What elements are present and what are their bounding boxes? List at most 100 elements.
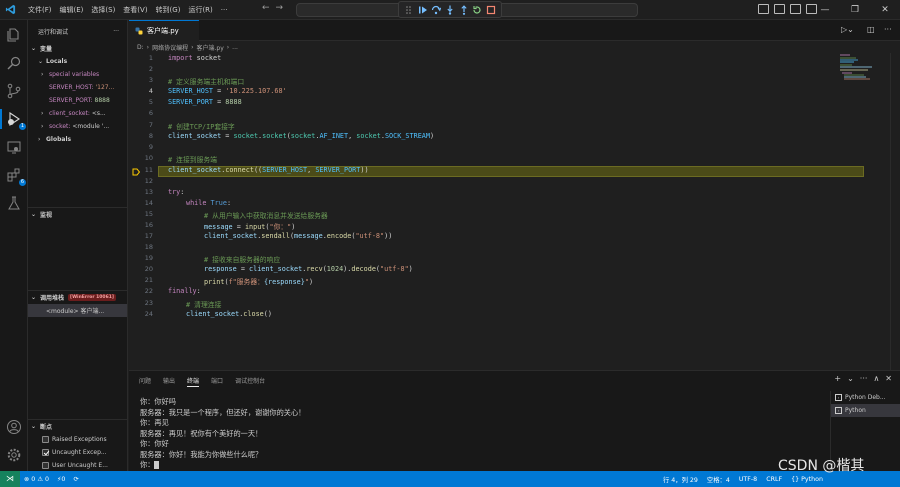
menu-go[interactable]: 转到(G) bbox=[152, 5, 185, 15]
variable-client-socket[interactable]: › client_socket: <s... bbox=[28, 107, 127, 120]
line-number: 8 bbox=[148, 132, 153, 140]
callstack-section-header[interactable]: ⌄ 调用堆栈 [WinError 10061] bbox=[28, 291, 127, 304]
breadcrumb-drive[interactable]: D: bbox=[137, 44, 144, 51]
run-debug-activity[interactable]: 1 bbox=[6, 111, 26, 130]
close-panel-icon[interactable]: ✕ bbox=[885, 374, 892, 383]
debug-sidebar: 运行和调试 ··· ⌄ 变量 ⌄ Locals › special variables… bbox=[28, 20, 128, 471]
menu-bar: 文件(F) 编辑(E) 选择(S) 查看(V) 转到(G) 运行(R) ··· bbox=[24, 0, 231, 20]
chevron-right-icon: › bbox=[38, 136, 41, 143]
continue-icon[interactable] bbox=[418, 5, 428, 15]
status-encoding[interactable]: UTF-8 bbox=[739, 476, 757, 483]
terminal-line: 服务器：再见！祝你有个美好的一天！ bbox=[140, 428, 263, 438]
testing-icon[interactable] bbox=[6, 195, 22, 211]
close-icon[interactable]: ✕ bbox=[870, 5, 900, 15]
breadcrumb-symbol[interactable]: ... bbox=[232, 44, 238, 51]
maximize-icon[interactable]: ❐ bbox=[840, 5, 870, 15]
debug-badge: 1 bbox=[19, 123, 26, 130]
new-terminal-icon[interactable]: + bbox=[834, 374, 841, 383]
terminal-python[interactable]: › Python bbox=[831, 404, 900, 417]
stop-icon[interactable] bbox=[486, 5, 496, 15]
variable-special[interactable]: › special variables bbox=[28, 68, 127, 81]
minimize-icon[interactable]: — bbox=[810, 5, 840, 15]
toggle-sidebar-icon[interactable] bbox=[758, 4, 769, 14]
checkbox-checked[interactable] bbox=[42, 449, 49, 456]
status-left: ⊗ 0 ⚠ 0 ⚡0 ⟳ bbox=[24, 471, 79, 487]
explorer-icon[interactable] bbox=[6, 27, 22, 43]
menu-run[interactable]: 运行(R) bbox=[184, 5, 216, 15]
status-indentation[interactable]: 空格：4 bbox=[707, 475, 730, 484]
breadcrumb-folder[interactable]: 网络协议编程 bbox=[152, 43, 188, 52]
toggle-panel-icon[interactable] bbox=[774, 4, 785, 14]
checkbox[interactable] bbox=[42, 436, 49, 443]
back-arrow-icon[interactable]: ← bbox=[262, 3, 270, 13]
line-number: 13 bbox=[144, 188, 153, 196]
checkbox[interactable] bbox=[42, 462, 49, 469]
extensions-activity[interactable]: 6 bbox=[6, 167, 26, 186]
bp-raised-exceptions[interactable]: Raised Exceptions bbox=[28, 433, 127, 446]
sidebar-more-icon[interactable]: ··· bbox=[113, 28, 119, 35]
panel-tabs: 问题 输出 终端 端口 调试控制台 bbox=[139, 376, 265, 387]
terminal-output[interactable]: 你：你好吗 服务器：我只是一个程序，但还好，谢谢你的关心！ 你：再见 服务器：再… bbox=[140, 397, 820, 471]
code-line-17: client_socket.sendall(message.encode("ut… bbox=[204, 232, 393, 240]
restart-icon[interactable] bbox=[472, 5, 482, 15]
step-out-icon[interactable] bbox=[459, 4, 469, 15]
variable-server-port[interactable]: SERVER_PORT: 8888 bbox=[28, 94, 127, 107]
source-control-icon[interactable] bbox=[6, 83, 22, 99]
tab-ports[interactable]: 端口 bbox=[211, 376, 223, 387]
tab-terminal[interactable]: 终端 bbox=[187, 376, 200, 387]
account-icon[interactable] bbox=[6, 419, 22, 435]
terminal-python-debug[interactable]: › Python Deb... bbox=[831, 391, 900, 404]
status-cursor-position[interactable]: 行 4，列 29 bbox=[663, 475, 698, 484]
callstack-frame[interactable]: <module> 客户端... bbox=[28, 304, 127, 317]
panel-more-icon[interactable]: ··· bbox=[860, 374, 868, 383]
search-icon[interactable] bbox=[6, 55, 22, 71]
editor-more-icon[interactable]: ··· bbox=[884, 25, 892, 34]
remote-explorer-icon[interactable] bbox=[6, 139, 22, 155]
line-number: 3 bbox=[148, 76, 153, 84]
variable-socket[interactable]: › socket: <module '... bbox=[28, 120, 127, 133]
menu-selection[interactable]: 选择(S) bbox=[87, 5, 119, 15]
bp-uncaught-exceptions[interactable]: Uncaught Excep... bbox=[28, 446, 127, 459]
code-editor[interactable]: 1 2 3 4 5 6 7 8 9 10 11 12 13 14 15 16 17 18 19 20 21 22 23 24 … bbox=[129, 53, 900, 370]
variables-section-header[interactable]: ⌄ 变量 bbox=[28, 42, 127, 55]
toggle-secondary-sidebar-icon[interactable] bbox=[790, 4, 801, 14]
settings-gear-icon[interactable] bbox=[6, 447, 22, 463]
menu-more[interactable]: ··· bbox=[217, 6, 232, 14]
locals-scope[interactable]: ⌄ Locals bbox=[28, 55, 127, 68]
menu-file[interactable]: 文件(F) bbox=[24, 5, 56, 15]
maximize-panel-icon[interactable]: ∧ bbox=[873, 374, 879, 383]
tab-problems[interactable]: 问题 bbox=[139, 376, 151, 387]
step-over-icon[interactable] bbox=[431, 5, 442, 15]
variable-server-host[interactable]: SERVER_HOST: '127... bbox=[28, 81, 127, 94]
minimap[interactable] bbox=[838, 53, 888, 83]
code-line-7: # 创建TCP/IP套接字 bbox=[168, 123, 235, 131]
terminal-dropdown-icon[interactable]: ⌄ bbox=[847, 374, 854, 383]
code-line-11: client_socket.connect((SERVER_HOST, SERV… bbox=[168, 166, 369, 174]
drag-handle-icon[interactable] bbox=[404, 5, 414, 15]
debug-status-icon[interactable]: ⟳ bbox=[73, 476, 78, 483]
remote-indicator-icon[interactable]: ⋊ bbox=[0, 471, 20, 487]
status-problems[interactable]: ⊗ 0 ⚠ 0 bbox=[24, 476, 49, 483]
status-ports[interactable]: ⚡0 bbox=[57, 476, 65, 483]
forward-arrow-icon[interactable]: → bbox=[276, 3, 284, 13]
status-language[interactable]: {} Python bbox=[791, 476, 823, 483]
line-number: 9 bbox=[148, 143, 153, 151]
globals-scope[interactable]: › Globals bbox=[28, 133, 127, 146]
menu-edit[interactable]: 编辑(E) bbox=[56, 5, 88, 15]
watch-section-header[interactable]: ⌄ 监视 bbox=[28, 207, 127, 220]
status-eol[interactable]: CRLF bbox=[766, 476, 782, 483]
tab-output[interactable]: 输出 bbox=[163, 376, 175, 387]
tab-client-py[interactable]: 客户端.py bbox=[129, 20, 199, 41]
split-editor-icon[interactable]: ◫ bbox=[867, 25, 875, 34]
step-into-icon[interactable] bbox=[445, 5, 455, 15]
editor-scrollbar[interactable] bbox=[890, 53, 900, 370]
nav-arrows: ← → bbox=[262, 3, 283, 13]
run-python-icon[interactable]: ▷⌄ bbox=[841, 25, 854, 34]
terminal-prompt-line[interactable]: 你： bbox=[140, 460, 820, 471]
chevron-right-icon: › bbox=[41, 123, 44, 130]
tab-debug-console[interactable]: 调试控制台 bbox=[235, 376, 265, 387]
breadcrumb-file[interactable]: 客户端.py bbox=[196, 43, 223, 52]
menu-view[interactable]: 查看(V) bbox=[119, 5, 151, 15]
breakpoints-section-header[interactable]: ⌄ 断点 bbox=[28, 420, 127, 433]
bp-user-uncaught[interactable]: User Uncaught E... bbox=[28, 459, 127, 471]
